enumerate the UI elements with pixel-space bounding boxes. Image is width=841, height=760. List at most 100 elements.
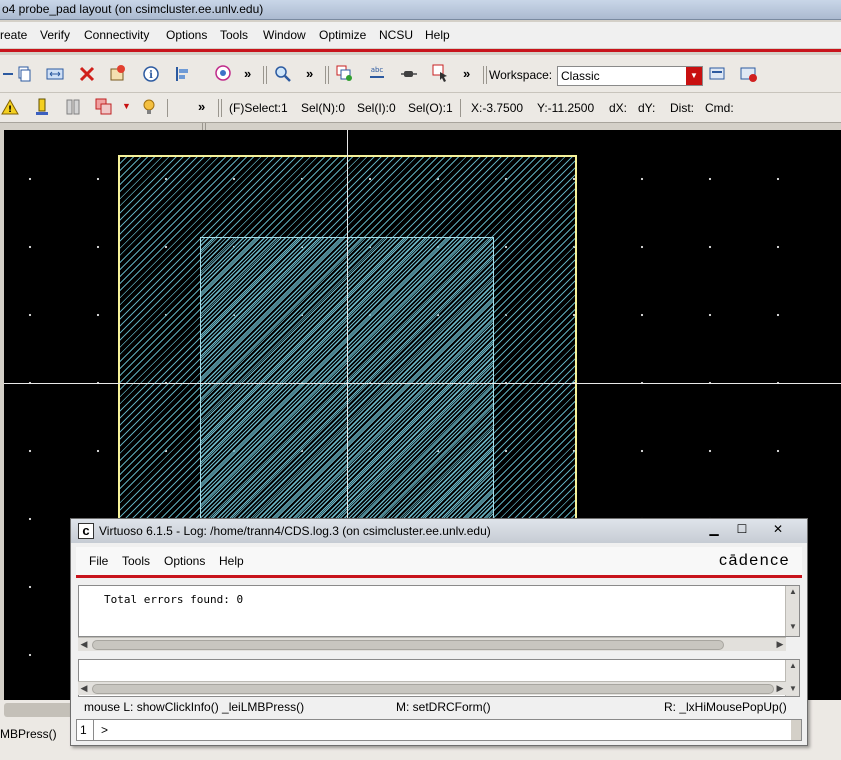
mouse-bindings-bar: mouse L: showClickInfo() _leiLMBPress() … [76,697,802,717]
log-menu-tools[interactable]: Tools [122,554,150,568]
menu-optimize[interactable]: Optimize [319,28,366,42]
cadence-app-icon: c [78,523,94,539]
stretch-icon[interactable] [45,64,65,84]
scroll-up-icon[interactable]: ▲ [786,661,800,670]
workspace-label: Workspace: [489,68,553,82]
toolbar-status: ! ▼ » (F)Select:1 Sel(N):0 Sel(I):0 Sel(… [0,93,841,123]
select-icon[interactable] [431,63,451,83]
main-menubar: reate Verify Connectivity Options Tools … [0,22,841,52]
status-separator [460,99,461,117]
minimize-icon[interactable]: ▁ [701,521,727,539]
delete-icon[interactable] [77,64,97,84]
scrollbar-thumb[interactable] [92,684,774,694]
log-menu-file[interactable]: File [89,554,108,568]
window-title: o4 probe_pad layout (on csimcluster.ee.u… [2,2,264,16]
info-icon[interactable]: i [141,64,161,84]
toolbar-overflow-2[interactable]: » [306,66,313,81]
scroll-up-icon[interactable]: ▲ [786,587,800,596]
history-vertical-scrollbar[interactable]: ▲ ▼ [785,660,799,696]
toolbar-overflow-3[interactable]: » [463,66,470,81]
status-dy: dY: [638,101,656,115]
workspace-value: Classic [561,69,600,83]
main-mouse-status: MBPress() [0,727,57,741]
history-horizontal-scrollbar[interactable]: ◀ ▶ [78,681,786,695]
status-y-coord: Y:-11.2500 [537,101,595,115]
scroll-left-icon[interactable]: ◀ [78,682,90,695]
workspace-save-icon[interactable] [708,64,728,84]
menu-tools[interactable]: Tools [220,28,248,42]
scroll-right-icon[interactable]: ▶ [774,682,786,695]
log-menubar-accent-line [76,575,802,578]
log-output-vertical-scrollbar[interactable]: ▲ ▼ [785,586,799,636]
status-select: (F)Select:1 [229,101,288,115]
create-instance-icon[interactable] [334,63,354,83]
workspace-load-icon[interactable] [739,64,759,84]
log-menu-help[interactable]: Help [219,554,244,568]
zoom-icon[interactable] [273,64,293,84]
close-icon[interactable]: ✕ [765,521,791,539]
prompt-line-number: 1 [80,723,87,737]
scrollbar-thumb[interactable] [92,640,724,650]
svg-text:abc: abc [371,66,384,74]
log-title-bar: c Virtuoso 6.1.5 - Log: /home/trann4/CDS… [71,519,807,543]
ruler-icon[interactable] [63,97,83,117]
window-title-bar: o4 probe_pad layout (on csimcluster.ee.u… [0,0,841,20]
status-sel-i: Sel(I):0 [357,101,396,115]
menu-help[interactable]: Help [425,28,450,42]
copy-icon[interactable] [14,64,34,84]
cadence-logo: cādence [719,552,790,569]
menu-ncsu[interactable]: NCSU [379,28,413,42]
log-menu-options[interactable]: Options [164,554,205,568]
menu-create[interactable]: reate [0,28,27,42]
menu-connectivity[interactable]: Connectivity [84,28,149,42]
chevron-down-icon[interactable]: ▼ [686,67,702,85]
toolbar-separator [167,99,168,117]
status-cmd: Cmd: [705,101,734,115]
log-output-line: Total errors found: 0 [104,593,244,606]
scroll-down-icon[interactable]: ▼ [786,622,800,631]
bulb-icon[interactable] [139,97,159,117]
svg-text:i: i [149,70,153,81]
prompt-resize-handle[interactable] [791,720,801,740]
mouse-left-binding: mouse L: showClickInfo() _leiLMBPress() [84,700,305,714]
status-dist: Dist: [670,101,694,115]
scroll-down-icon[interactable]: ▼ [786,684,800,693]
mouse-middle-binding: M: setDRCForm() [396,700,491,714]
marker-icon[interactable] [32,97,52,117]
x-axis-line [4,383,841,384]
toolbar-overflow-4[interactable]: » [198,99,205,114]
hierarchy-icon[interactable] [213,63,233,83]
toolbar-overflow-1[interactable]: » [244,66,251,81]
title-divider [0,19,841,20]
pin-icon[interactable] [399,64,419,84]
layer-icon[interactable] [94,97,114,117]
command-prompt[interactable]: 1 > [76,719,802,741]
menu-verify[interactable]: Verify [40,28,70,42]
menu-window[interactable]: Window [263,28,306,42]
toolbar-grip [218,99,222,117]
align-icon[interactable] [173,64,193,84]
scroll-right-icon[interactable]: ▶ [774,638,786,651]
status-sel-n: Sel(N):0 [301,101,346,115]
status-dx: dX: [609,101,628,115]
toolbar-grip [483,66,487,84]
status-sel-o: Sel(O):1 [408,101,453,115]
menu-options[interactable]: Options [166,28,207,42]
log-output-pane[interactable]: Total errors found: 0 ▲ ▼ [78,585,800,637]
label-icon[interactable]: abc [367,63,387,83]
workspace-select[interactable]: Classic ▼ [557,66,703,86]
prompt-divider [93,720,94,740]
properties-icon[interactable] [108,63,128,83]
drc-warning-icon[interactable]: ! [0,97,20,117]
log-window-title: Virtuoso 6.1.5 - Log: /home/trann4/CDS.l… [99,524,491,538]
status-x-coord: X:-3.7500 [471,101,524,115]
scroll-left-icon[interactable]: ◀ [78,638,90,651]
log-menubar: File Tools Options Help cādence [76,547,802,578]
log-output-horizontal-scrollbar[interactable]: ◀ ▶ [78,637,786,651]
svg-text:!: ! [8,105,12,115]
virtuoso-log-window: c Virtuoso 6.1.5 - Log: /home/trann4/CDS… [70,518,808,746]
mouse-right-binding: R: _lxHiMousePopUp() [664,700,787,714]
prompt-symbol: > [101,723,109,737]
layer-dropdown-icon[interactable]: ▼ [122,101,131,111]
maximize-icon[interactable]: ☐ [729,521,755,539]
